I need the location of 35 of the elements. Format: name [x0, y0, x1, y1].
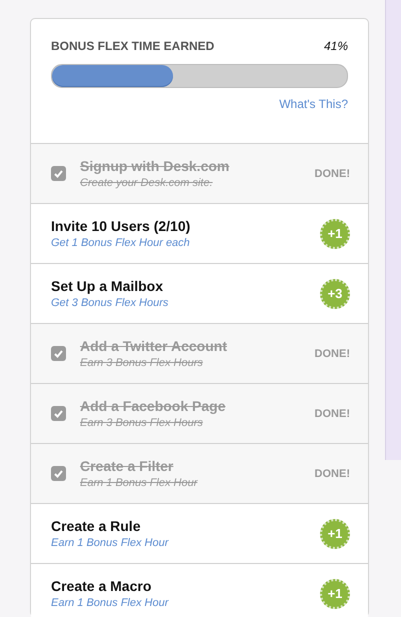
task-subtitle: Create your Desk.com site. [80, 177, 214, 189]
task-subtitle: Earn 3 Bonus Flex Hours [80, 357, 204, 369]
done-label: DONE! [314, 408, 350, 420]
bonus-badge: +3 [320, 278, 350, 308]
check-icon [54, 410, 63, 418]
task-title: Invite 10 Users (2/10) [51, 218, 192, 234]
task-title: Create a Filter [80, 458, 174, 474]
checkbox[interactable] [51, 466, 66, 481]
bonus-badge: +1 [320, 578, 350, 608]
done-label: DONE! [314, 168, 350, 180]
task-subtitle: Earn 1 Bonus Flex Hour [51, 597, 170, 609]
checkbox[interactable] [51, 406, 66, 421]
task-title: Signup with Desk.com [80, 158, 230, 174]
check-icon [54, 470, 63, 478]
checkbox[interactable] [51, 166, 66, 181]
check-icon [54, 170, 63, 178]
task-subtitle: Get 3 Bonus Flex Hours [51, 297, 170, 309]
done-label: DONE! [314, 348, 350, 360]
task-title: Set Up a Mailbox [51, 278, 164, 294]
task-title: Create a Macro [51, 578, 152, 594]
check-icon [54, 350, 63, 358]
bonus-badge: +1 [320, 518, 350, 548]
progress-title: BONUS FLEX TIME EARNED [51, 39, 214, 53]
bonus-badge: +1 [320, 218, 350, 248]
whats-this-link[interactable]: What's This? [279, 97, 348, 111]
task-title: Add a Facebook Page [80, 398, 226, 414]
task-subtitle: Get 1 Bonus Flex Hour each [51, 237, 191, 249]
checkbox[interactable] [51, 346, 66, 361]
progress-percent: 41% [324, 39, 348, 53]
task-title: Create a Rule [51, 518, 142, 534]
task-subtitle: Earn 1 Bonus Flex Hour [80, 477, 199, 489]
task-title: Add a Twitter Account [80, 338, 228, 354]
task-subtitle: Earn 3 Bonus Flex Hours [80, 417, 204, 429]
done-label: DONE! [314, 468, 350, 480]
task-subtitle: Earn 1 Bonus Flex Hour [51, 537, 170, 549]
